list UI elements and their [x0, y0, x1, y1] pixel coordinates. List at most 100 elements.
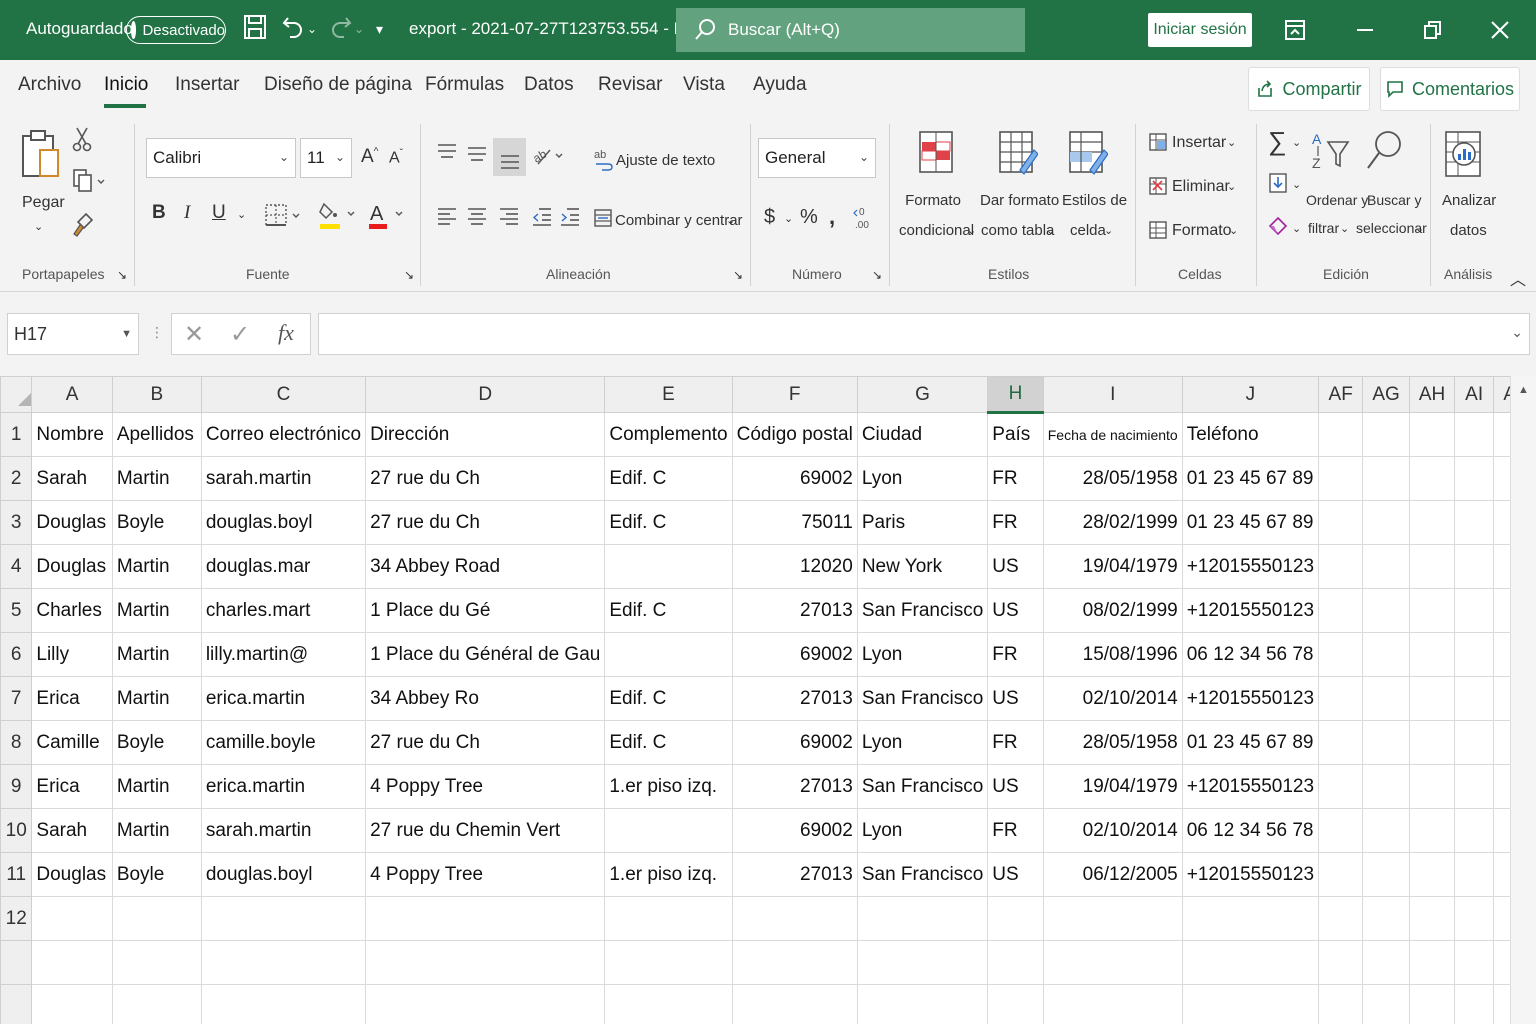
cell[interactable]: Fecha de nacimiento	[1042, 412, 1183, 457]
cell[interactable]	[1408, 764, 1456, 809]
cell[interactable]: +12015550123	[1181, 588, 1320, 633]
cell[interactable]: Edif. C	[604, 676, 733, 721]
cell[interactable]: Erica	[31, 676, 113, 721]
cell[interactable]	[604, 984, 733, 1024]
cell[interactable]: Correo electrónico	[200, 412, 367, 457]
cell[interactable]: 01 23 45 67 89	[1181, 500, 1320, 545]
cell[interactable]	[31, 984, 113, 1024]
cell[interactable]: Sarah	[31, 808, 113, 853]
currency-dropdown-icon[interactable]: ⌄	[784, 212, 793, 225]
cell[interactable]	[1454, 808, 1494, 853]
cell[interactable]: FR	[987, 808, 1044, 853]
cell[interactable]	[200, 984, 367, 1024]
cell[interactable]: 27013	[731, 852, 858, 897]
cell[interactable]: 1.er piso izq.	[604, 852, 733, 897]
confirm-entry-icon[interactable]: ✓	[230, 320, 250, 349]
analyze-data-icon[interactable]	[1444, 130, 1484, 185]
format-as-table-label-1[interactable]: Dar formato	[980, 192, 1059, 209]
cell[interactable]	[200, 940, 367, 985]
cell-styles-label-1[interactable]: Estilos de	[1062, 192, 1127, 209]
cell[interactable]: Lyon	[856, 720, 989, 765]
fill-dropdown-icon[interactable]: ⌄	[1292, 178, 1301, 191]
ribbon-display-icon[interactable]	[1275, 10, 1315, 50]
paste-label[interactable]: Pegar	[22, 194, 65, 212]
cell[interactable]: Lyon	[856, 808, 989, 853]
cell[interactable]: Paris	[856, 500, 989, 545]
cell[interactable]	[1454, 676, 1494, 721]
paste-dropdown-icon[interactable]: ⌄	[34, 220, 43, 233]
cell[interactable]: lilly.martin@	[200, 632, 367, 677]
borders-icon[interactable]	[264, 202, 304, 233]
cell[interactable]: 12020	[731, 544, 858, 589]
merge-center-icon[interactable]	[593, 208, 613, 233]
cell[interactable]	[1454, 500, 1494, 545]
cell[interactable]	[1408, 588, 1456, 633]
row-header[interactable]	[0, 984, 33, 1024]
row-header[interactable]: 8	[0, 720, 33, 765]
cell[interactable]: Martin	[111, 676, 202, 721]
cell[interactable]	[1318, 500, 1364, 545]
tab-revisar[interactable]: Revisar	[598, 74, 662, 96]
cell[interactable]: douglas.boyl	[200, 500, 367, 545]
align-middle-icon[interactable]	[466, 142, 488, 169]
cell[interactable]: Martin	[111, 544, 202, 589]
decrease-font-icon[interactable]: Aˇ	[389, 148, 403, 167]
autosave-toggle[interactable]: Desactivado	[126, 16, 226, 44]
cell[interactable]: 69002	[731, 720, 858, 765]
cell[interactable]: US	[987, 764, 1044, 809]
cell[interactable]: Douglas	[31, 544, 113, 589]
cell[interactable]: Erica	[31, 764, 113, 809]
cell[interactable]	[1454, 720, 1494, 765]
tab-diseno-pagina[interactable]: Diseño de página	[264, 74, 412, 96]
cell[interactable]	[111, 940, 202, 985]
number-launcher-icon[interactable]: ↘	[872, 268, 882, 282]
row-header[interactable]: 4	[0, 544, 33, 589]
cell[interactable]	[1362, 544, 1410, 589]
find-select-icon[interactable]	[1364, 128, 1404, 183]
cell[interactable]: sarah.martin	[200, 808, 367, 853]
cell[interactable]	[1408, 632, 1456, 677]
increase-font-icon[interactable]: A^	[361, 146, 378, 168]
cell[interactable]: 06/12/2005	[1042, 852, 1183, 897]
cell[interactable]: Ciudad	[856, 412, 989, 457]
font-name-select[interactable]: Calibri ⌄	[146, 138, 296, 178]
increase-indent-icon[interactable]	[559, 206, 581, 233]
cell[interactable]: 1.er piso izq.	[604, 764, 733, 809]
sort-filter-icon[interactable]: AZ	[1310, 130, 1350, 177]
number-format-select[interactable]: General ⌄	[758, 138, 876, 178]
cell[interactable]	[111, 984, 202, 1024]
row-header[interactable]: 1	[0, 412, 33, 457]
cell[interactable]	[1408, 720, 1456, 765]
cell[interactable]	[1318, 632, 1364, 677]
row-header[interactable]: 7	[0, 676, 33, 721]
cell[interactable]	[1362, 808, 1410, 853]
merge-center-label[interactable]: Combinar y centrar	[615, 212, 743, 229]
cell[interactable]	[1454, 588, 1494, 633]
cell[interactable]: Boyle	[111, 852, 202, 897]
cell[interactable]	[1408, 940, 1456, 985]
format-cells-icon[interactable]	[1148, 220, 1168, 245]
wrap-text-label[interactable]: Ajuste de texto	[616, 152, 715, 169]
cell[interactable]	[1362, 764, 1410, 809]
column-header[interactable]: AH	[1408, 376, 1456, 413]
cell[interactable]	[1454, 984, 1494, 1024]
cell[interactable]: Nombre	[31, 412, 113, 457]
cell[interactable]	[1318, 852, 1364, 897]
analyze-data-label-2[interactable]: datos	[1450, 222, 1487, 239]
format-painter-icon[interactable]	[72, 212, 94, 243]
format-as-table-icon[interactable]	[998, 130, 1039, 183]
cell[interactable]: 27013	[731, 764, 858, 809]
row-header[interactable]: 9	[0, 764, 33, 809]
cell[interactable]: Dirección	[365, 412, 606, 457]
scroll-up-icon[interactable]: ▲	[1518, 384, 1529, 396]
format-cells-label[interactable]: Formato	[1172, 222, 1232, 240]
find-select-label-1[interactable]: Buscar y	[1367, 192, 1421, 208]
insert-dropdown-icon[interactable]: ⌄	[1227, 136, 1236, 149]
tab-formulas[interactable]: Fórmulas	[425, 74, 504, 96]
cell-styles-dropdown-icon[interactable]: ⌄	[1104, 224, 1113, 237]
cell[interactable]: 19/04/1979	[1042, 544, 1183, 589]
cell[interactable]	[987, 940, 1044, 985]
cell[interactable]	[1318, 456, 1364, 501]
underline-dropdown-icon[interactable]: ⌄	[237, 208, 246, 221]
fill-color-icon[interactable]	[318, 200, 360, 235]
